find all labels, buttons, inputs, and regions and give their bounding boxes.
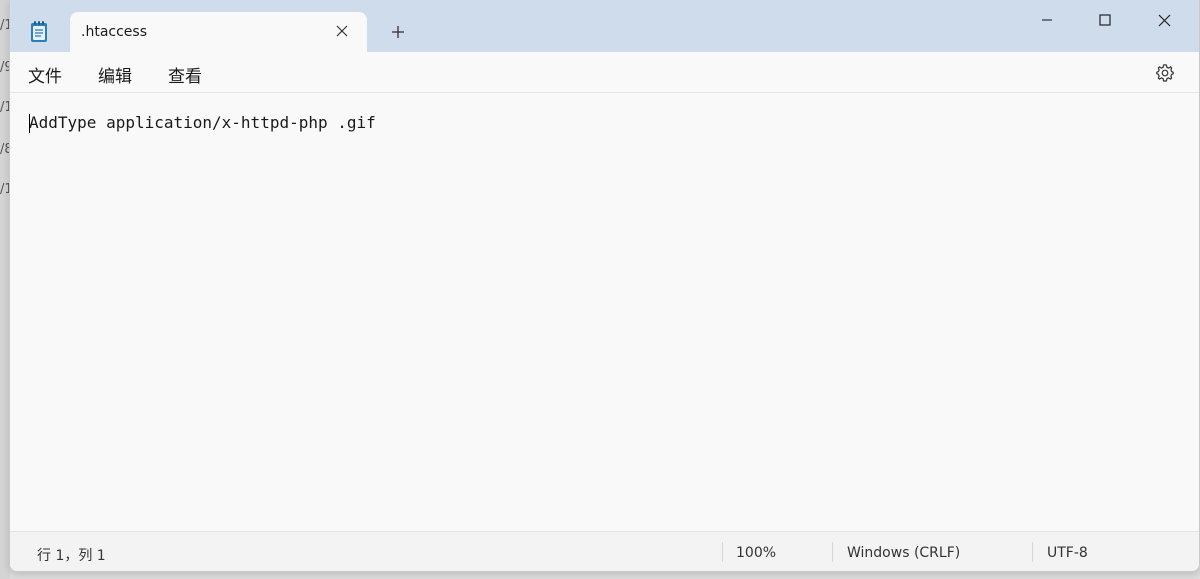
status-divider — [722, 542, 723, 562]
text-caret — [29, 114, 30, 133]
title-bar[interactable]: .htaccess — [10, 0, 1199, 52]
tab-htaccess[interactable]: .htaccess — [70, 12, 367, 52]
status-divider — [1032, 542, 1033, 562]
notepad-window: .htaccess 文件 编辑 查看 AddType application/x… — [9, 0, 1200, 572]
editor-content[interactable]: AddType application/x-httpd-php .gif — [29, 113, 376, 132]
cursor-position: 行 1，列 1 — [37, 548, 106, 564]
menu-view[interactable]: 查看 — [168, 62, 202, 87]
encoding[interactable]: UTF-8 — [1047, 545, 1088, 561]
status-divider — [832, 542, 833, 562]
text-editor[interactable]: AddType application/x-httpd-php .gif — [10, 93, 1199, 531]
plus-icon[interactable] — [387, 21, 409, 43]
tab-title: .htaccess — [81, 24, 147, 40]
line-ending[interactable]: Windows (CRLF) — [847, 545, 960, 561]
close-icon[interactable] — [332, 21, 352, 41]
menu-file[interactable]: 文件 — [28, 62, 62, 87]
menu-edit[interactable]: 编辑 — [98, 62, 132, 87]
status-bar: 行 1，列 1 100% Windows (CRLF) UTF-8 — [10, 531, 1199, 571]
close-icon[interactable] — [1141, 6, 1187, 34]
gear-icon[interactable] — [1154, 62, 1176, 84]
minimize-icon[interactable] — [1024, 6, 1070, 34]
notepad-app-icon — [28, 19, 50, 43]
menu-bar: 文件 编辑 查看 — [10, 52, 1199, 93]
maximize-icon[interactable] — [1082, 6, 1128, 34]
zoom-level[interactable]: 100% — [736, 545, 776, 561]
